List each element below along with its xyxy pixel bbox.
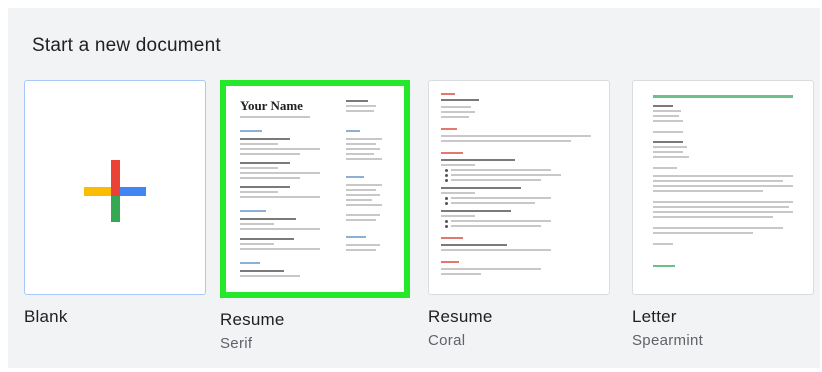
preview-heading: Your Name	[240, 98, 303, 113]
template-gallery: Start a new document Blank Your Name Res…	[8, 8, 820, 368]
template-name: Resume	[428, 307, 493, 326]
template-name: Letter	[632, 307, 677, 326]
template-letter-spearmint[interactable]: Letter Spearmint	[632, 80, 816, 349]
gallery-heading: Start a new document	[32, 35, 221, 56]
template-blank[interactable]: Blank	[24, 80, 208, 327]
template-resume-coral[interactable]: Resume Coral	[428, 80, 612, 349]
template-name: Blank	[24, 307, 68, 326]
template-subtitle: Coral	[428, 332, 466, 349]
template-thumbnail-blank[interactable]	[24, 80, 206, 295]
template-thumbnail-letter-spearmint[interactable]	[632, 80, 814, 295]
template-subtitle: Serif	[220, 335, 253, 352]
template-name: Resume	[220, 310, 285, 329]
plus-icon	[84, 160, 146, 222]
template-thumbnail-resume-serif[interactable]: Your Name	[220, 80, 410, 298]
template-thumbnail-resume-coral[interactable]	[428, 80, 610, 295]
template-resume-serif[interactable]: Your Name Resume Serif	[220, 80, 410, 352]
template-subtitle: Spearmint	[632, 332, 704, 349]
